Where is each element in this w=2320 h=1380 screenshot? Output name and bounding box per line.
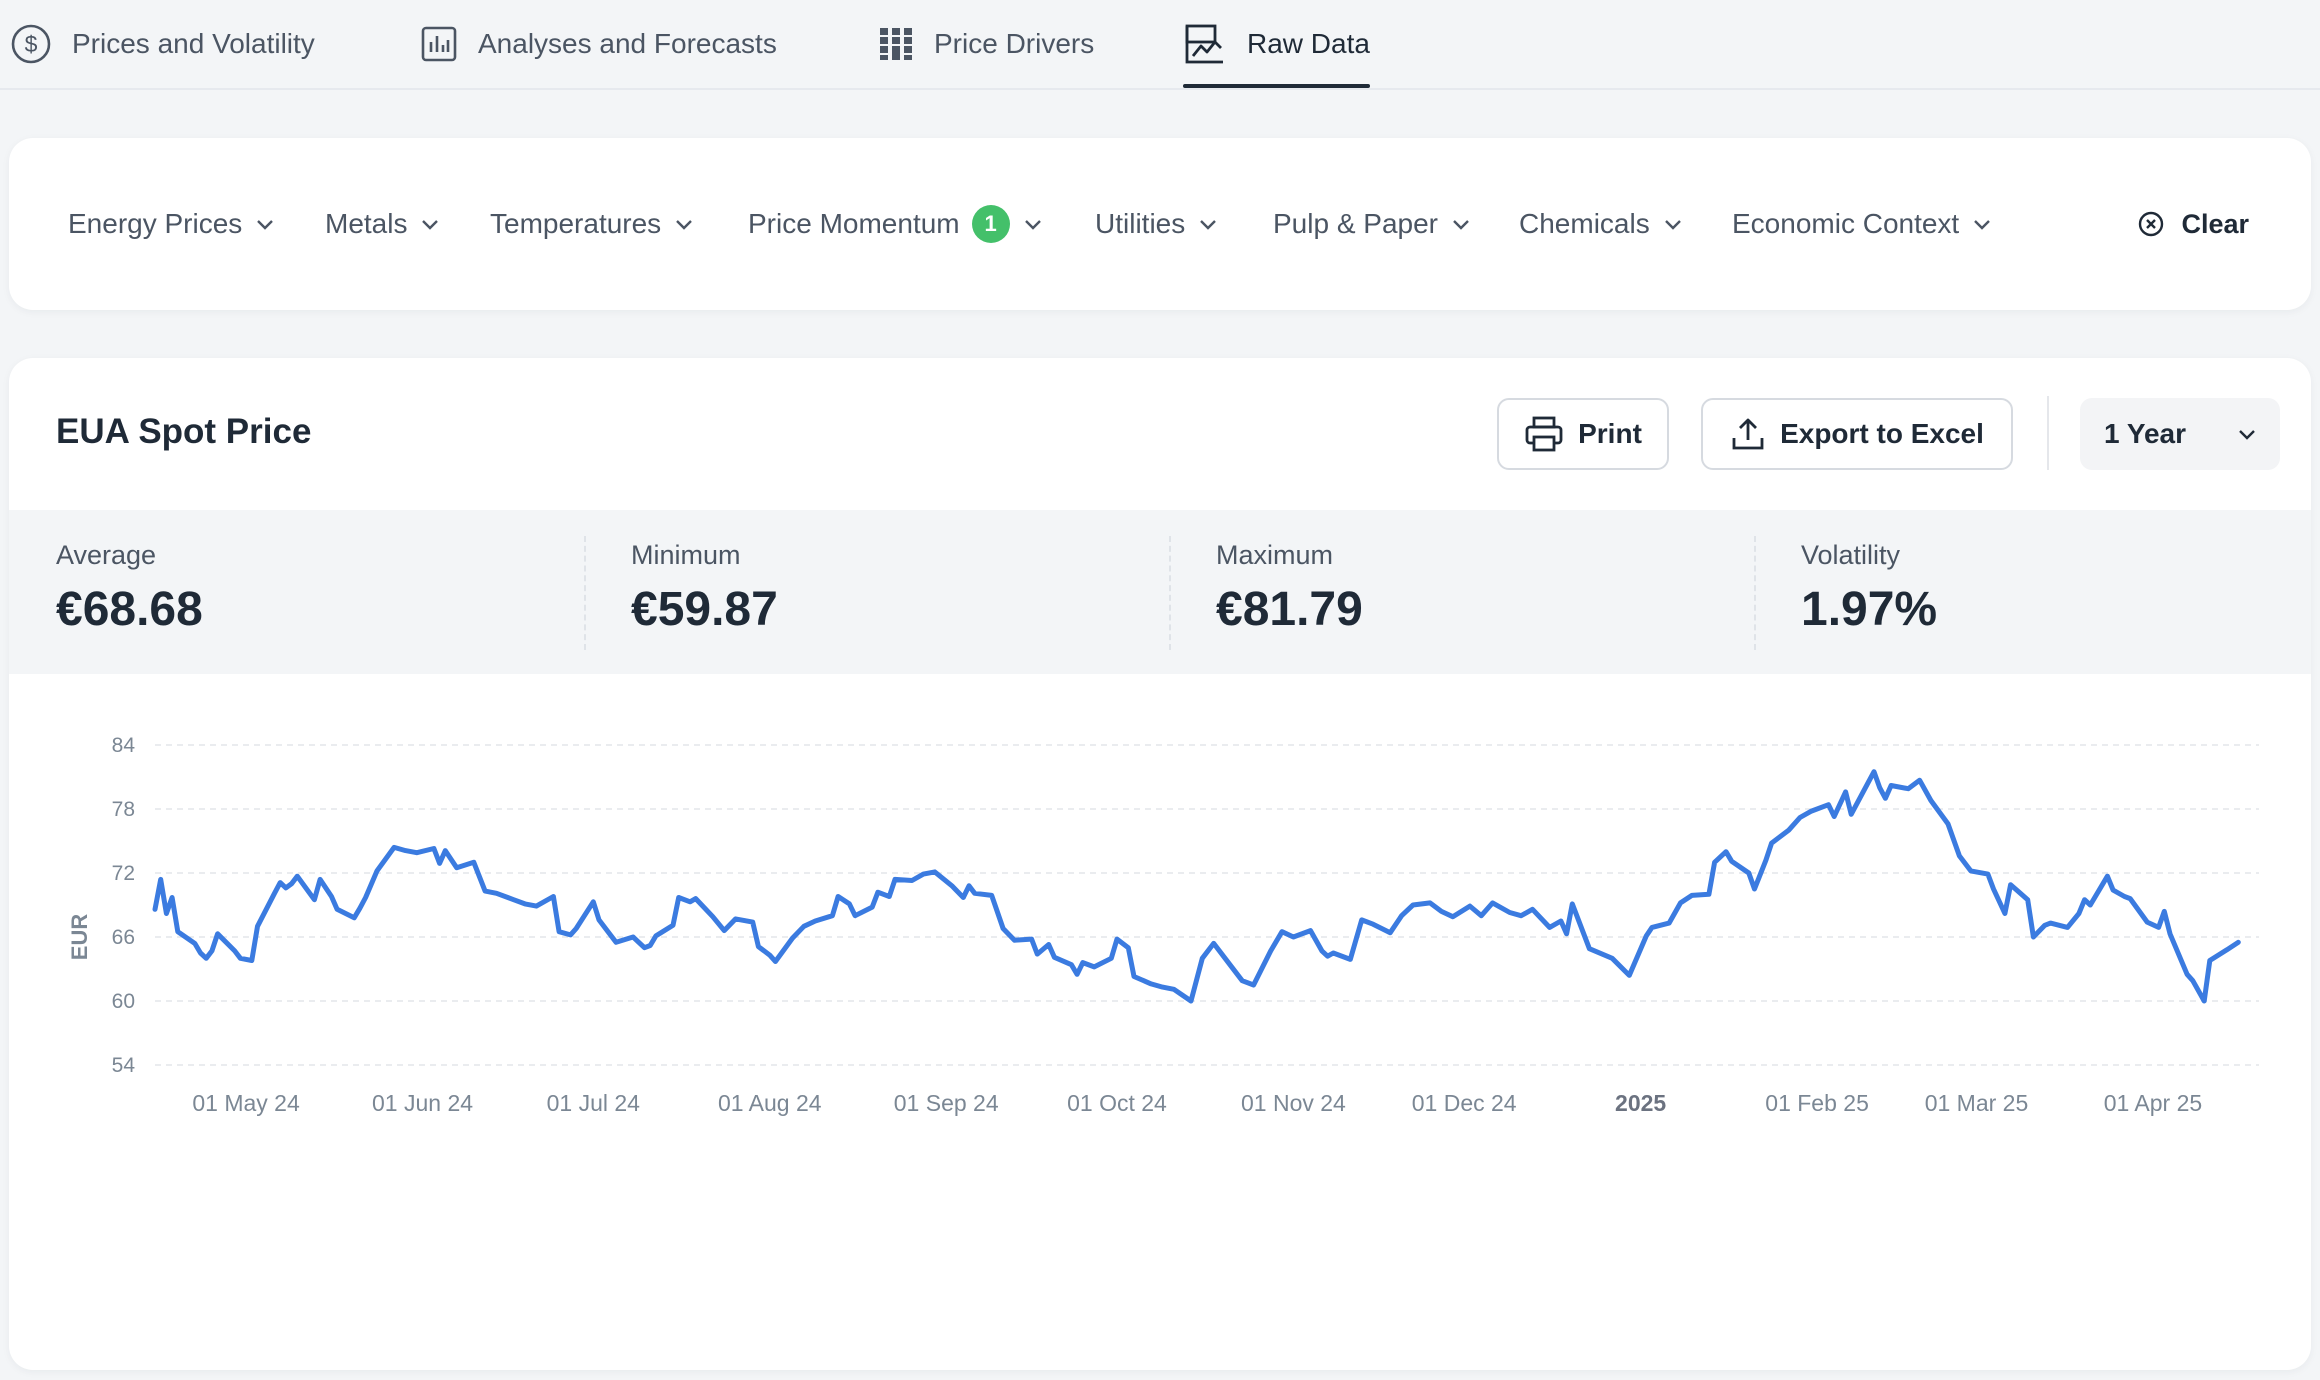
filter-energy-prices[interactable]: Energy Prices [68,138,276,310]
filter-temperatures[interactable]: Temperatures [490,138,695,310]
clear-label: Clear [2181,208,2249,239]
x-tick-label: 01 Aug 24 [718,1090,822,1116]
stat-maximum: Maximum €81.79 [1169,510,1753,674]
x-tick-label: 01 Jul 24 [547,1090,641,1116]
line-chart-icon [1185,24,1223,64]
grid-bars-icon [880,28,912,60]
x-tick-label: 01 Oct 24 [1067,1090,1167,1116]
upload-icon [1732,418,1764,450]
y-tick-label: 66 [112,926,135,949]
toolbar-divider [2047,396,2049,470]
x-tick-label: 01 Feb 25 [1765,1090,1869,1116]
y-tick-label: 54 [112,1054,136,1077]
stat-value: 1.97% [1801,583,1938,636]
stats-row: Average €68.68 Minimum €59.87 Maximum €8… [9,510,2311,674]
bar-chart-icon [421,26,457,62]
printer-icon [1525,416,1563,452]
close-circle-icon [2139,211,2164,237]
stat-value: €68.68 [56,583,203,636]
top-tabs: $ Prices and Volatility Analyses and For… [0,0,2320,90]
chevron-down-icon [1664,220,1681,230]
filter-label: Pulp & Paper [1273,208,1438,239]
x-tick-label: 01 Dec 24 [1412,1090,1517,1116]
filter-price-momentum[interactable]: Price Momentum 1 [748,138,1044,310]
x-tick-label: 2025 [1615,1090,1666,1116]
svg-text:$: $ [25,31,38,57]
time-range-select[interactable]: 1 Year [2080,398,2280,470]
stat-label: Maximum [1216,540,1334,570]
print-label: Print [1578,418,1642,449]
chart-svg: 84 78 72 66 60 54 01 May 24 01 Jun 24 01 Jul 24… [67,734,2259,1116]
y-tick-label: 60 [112,990,135,1013]
stat-minimum: Minimum €59.87 [584,510,1168,674]
tab-label: Analyses and Forecasts [478,28,777,59]
stat-value: €81.79 [1216,583,1363,636]
filter-label: Chemicals [1519,208,1650,239]
time-range-value: 1 Year [2104,418,2187,449]
print-button[interactable]: Print [1497,398,1669,470]
chevron-down-icon [1024,220,1041,230]
filter-pulp-and-paper[interactable]: Pulp & Paper [1273,138,1472,310]
stat-label: Minimum [631,540,741,570]
chevron-down-icon [1453,220,1469,230]
tab-raw-data[interactable]: Raw Data [1183,0,1370,88]
filter-label: Energy Prices [68,208,243,239]
stat-volatility: Volatility 1.97% [1754,510,2311,674]
filter-label: Utilities [1095,208,1186,239]
x-tick-label: 01 Sep 24 [894,1090,999,1116]
chevron-down-icon [1974,220,1991,230]
chevron-down-icon [422,220,439,230]
x-tick-label: 01 May 24 [192,1090,300,1116]
y-axis-label: EUR [67,914,92,961]
filter-utilities[interactable]: Utilities [1095,138,1219,310]
x-tick-label: 01 Mar 25 [1925,1090,2029,1116]
y-tick-label: 72 [112,862,135,885]
tab-label: Price Drivers [934,28,1095,59]
stat-value: €59.87 [631,583,778,636]
x-tick-label: 01 Nov 24 [1241,1090,1346,1116]
filter-label: Price Momentum [748,208,960,239]
filter-label: Metals [325,208,408,239]
line-chart[interactable]: 84 78 72 66 60 54 01 May 24 01 Jun 24 01 Jul 24… [9,674,2311,1370]
filter-economic-context[interactable]: Economic Context [1732,138,1993,310]
filter-label: Temperatures [490,208,662,239]
chevron-down-icon [257,220,274,230]
stat-average: Average €68.68 [9,510,593,674]
x-tick-label: 01 Jun 24 [372,1090,473,1116]
tab-label: Raw Data [1247,28,1370,59]
filter-chemicals[interactable]: Chemicals [1519,138,1684,310]
card-title: EUA Spot Price [56,412,312,451]
chevron-down-icon [2239,430,2255,440]
filter-label: Economic Context [1732,208,1960,239]
y-tick-label: 84 [112,734,136,757]
series-line [152,769,2241,1004]
tab-prices-and-volatility[interactable]: $ Prices and Volatility [10,0,315,88]
filter-bar: Energy Prices Metals Temperatures Price … [9,138,2311,310]
y-tick-label: 78 [112,798,135,821]
clear-filters-button[interactable]: Clear [2137,138,2249,310]
filter-count-badge: 1 [971,205,1010,243]
tab-label: Prices and Volatility [72,28,315,59]
stat-label: Volatility [1801,540,1901,570]
filter-metals[interactable]: Metals [325,138,441,310]
dollar-circle-icon: $ [11,24,51,64]
chevron-down-icon [1200,220,1217,230]
export-label: Export to Excel [1780,418,1984,449]
tab-price-drivers[interactable]: Price Drivers [878,0,1094,88]
tab-analyses-and-forecasts[interactable]: Analyses and Forecasts [420,0,777,88]
price-chart-card: EUA Spot Price Print Export to Excel 1 Y… [9,358,2311,1370]
stat-label: Average [56,540,157,570]
export-to-excel-button[interactable]: Export to Excel [1701,398,2013,470]
x-tick-label: 01 Apr 25 [2104,1090,2202,1116]
chevron-down-icon [676,220,693,230]
